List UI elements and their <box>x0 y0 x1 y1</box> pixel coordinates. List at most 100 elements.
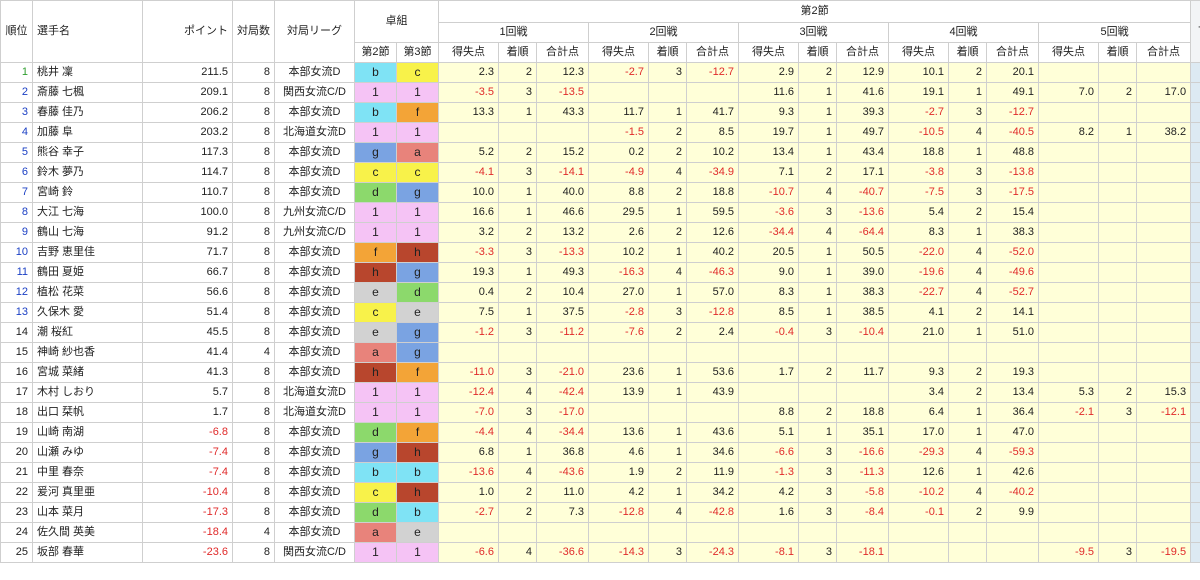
round-1-subtotal: -36.6 <box>536 542 589 563</box>
player-name: 鶴山 七海 <box>32 222 143 243</box>
round-4-subtotal: -52.0 <box>986 242 1039 263</box>
games-cell: 8 <box>232 542 275 563</box>
round-3-subtotal: -13.6 <box>836 202 889 223</box>
round-5-score: -9.5 <box>1038 542 1099 563</box>
round-3-place: 1 <box>798 82 837 103</box>
rank-cell[interactable]: 16 <box>0 362 33 383</box>
rank-cell[interactable]: 5 <box>0 142 33 163</box>
rank-cell[interactable]: 11 <box>0 262 33 283</box>
round-4-score: 17.0 <box>888 422 949 443</box>
rank-cell[interactable]: 10 <box>0 242 33 263</box>
round-1-place: 4 <box>498 382 537 403</box>
rank-cell[interactable]: 9 <box>0 222 33 243</box>
rank-cell[interactable]: 22 <box>0 482 33 503</box>
round-5-score <box>1038 262 1099 283</box>
round-2-score <box>588 522 649 543</box>
round-2-place: 3 <box>648 62 687 83</box>
round-2-place: 2 <box>648 122 687 143</box>
player-name: 春藤 佳乃 <box>32 102 143 123</box>
standings-table: 順位 選手名 ポイント 対局数 対局リーグ 卓組 第2節 TOTAL 1回戦 2… <box>0 0 1200 563</box>
round-3-subtotal: -10.4 <box>836 322 889 343</box>
subtotal-header: 合計点 <box>686 42 739 63</box>
round-1-subtotal: -14.1 <box>536 162 589 183</box>
round-4-score: 12.6 <box>888 462 949 483</box>
round-3-score: -3.6 <box>738 202 799 223</box>
table-group-setsu2: 1 <box>354 122 397 143</box>
rank-cell[interactable]: 17 <box>0 382 33 403</box>
table-group-setsu2: 1 <box>354 402 397 423</box>
rank-cell[interactable]: 20 <box>0 442 33 463</box>
rank-cell[interactable]: 14 <box>0 322 33 343</box>
games-cell: 8 <box>232 222 275 243</box>
league-cell: 本部女流D <box>274 442 355 463</box>
table-group-setsu2: d <box>354 502 397 523</box>
rank-cell[interactable]: 15 <box>0 342 33 363</box>
round-2-score: 13.9 <box>588 382 649 403</box>
round-5-place <box>1098 242 1137 263</box>
round-2-subtotal: -42.8 <box>686 502 739 523</box>
round-5-score <box>1038 162 1099 183</box>
round-1-score: -4.1 <box>438 162 499 183</box>
rank-cell[interactable]: 21 <box>0 462 33 483</box>
rank-cell[interactable]: 25 <box>0 542 33 563</box>
points-cell: 66.7 <box>142 262 233 283</box>
round-4-score: 19.1 <box>888 82 949 103</box>
table-group-setsu3: f <box>396 362 439 383</box>
rank-cell[interactable]: 19 <box>0 422 33 443</box>
rank-cell[interactable]: 18 <box>0 402 33 423</box>
rank-cell[interactable]: 13 <box>0 302 33 323</box>
rank-cell[interactable]: 2 <box>0 82 33 103</box>
round-2-place <box>648 522 687 543</box>
round-1-place: 3 <box>498 242 537 263</box>
rank-cell[interactable]: 3 <box>0 102 33 123</box>
round-1-score: 10.0 <box>438 182 499 203</box>
round-4-place: 1 <box>948 322 987 343</box>
games-cell: 8 <box>232 362 275 383</box>
round-5-place <box>1098 222 1137 243</box>
league-cell: 本部女流D <box>274 182 355 203</box>
table-group-setsu2: a <box>354 522 397 543</box>
points-cell: -7.4 <box>142 442 233 463</box>
rank-cell[interactable]: 6 <box>0 162 33 183</box>
rank-cell[interactable]: 7 <box>0 182 33 203</box>
round-4-place: 1 <box>948 142 987 163</box>
round-2-score <box>588 402 649 423</box>
round-4-place: 4 <box>948 282 987 303</box>
rank-cell[interactable]: 12 <box>0 282 33 303</box>
score-header: 得失点 <box>888 42 949 63</box>
round-1-score: -1.2 <box>438 322 499 343</box>
round-4-subtotal <box>986 342 1039 363</box>
round-1-place: 1 <box>498 442 537 463</box>
round-1-place <box>498 342 537 363</box>
round-5-place <box>1098 522 1137 543</box>
points-cell: -23.6 <box>142 542 233 563</box>
round-2-subtotal: -12.8 <box>686 302 739 323</box>
table-row: 23 山本 菜月 -17.3 8 本部女流D d b -2.7 2 7.3 -12.8 4 -42.8 1… <box>0 502 1200 523</box>
games-cell: 8 <box>232 442 275 463</box>
rank-cell[interactable]: 4 <box>0 122 33 143</box>
rank-cell[interactable]: 24 <box>0 522 33 543</box>
round-1-place: 3 <box>498 362 537 383</box>
round-4-subtotal: 42.6 <box>986 462 1039 483</box>
round-4-header: 4回戦 <box>888 22 1039 43</box>
round-4-subtotal: 47.0 <box>986 422 1039 443</box>
player-name: 桃井 凜 <box>32 62 143 83</box>
player-name: 坂部 春華 <box>32 542 143 563</box>
rank-cell[interactable]: 23 <box>0 502 33 523</box>
round-2-score: 11.7 <box>588 102 649 123</box>
round-3-subtotal: -64.4 <box>836 222 889 243</box>
round-4-place: 2 <box>948 362 987 383</box>
round-5-score <box>1038 422 1099 443</box>
rank-cell[interactable]: 1 <box>0 62 33 83</box>
round-5-score: -2.1 <box>1038 402 1099 423</box>
round-3-subtotal: 39.3 <box>836 102 889 123</box>
league-cell: 本部女流D <box>274 282 355 303</box>
round-3-score: 13.4 <box>738 142 799 163</box>
rank-cell[interactable]: 8 <box>0 202 33 223</box>
round-4-place: 1 <box>948 82 987 103</box>
score-header: 得失点 <box>738 42 799 63</box>
league-cell: 関西女流C/D <box>274 82 355 103</box>
round-5-place <box>1098 302 1137 323</box>
round-5-subtotal <box>1135 322 1192 343</box>
points-cell: 1.7 <box>142 402 233 423</box>
